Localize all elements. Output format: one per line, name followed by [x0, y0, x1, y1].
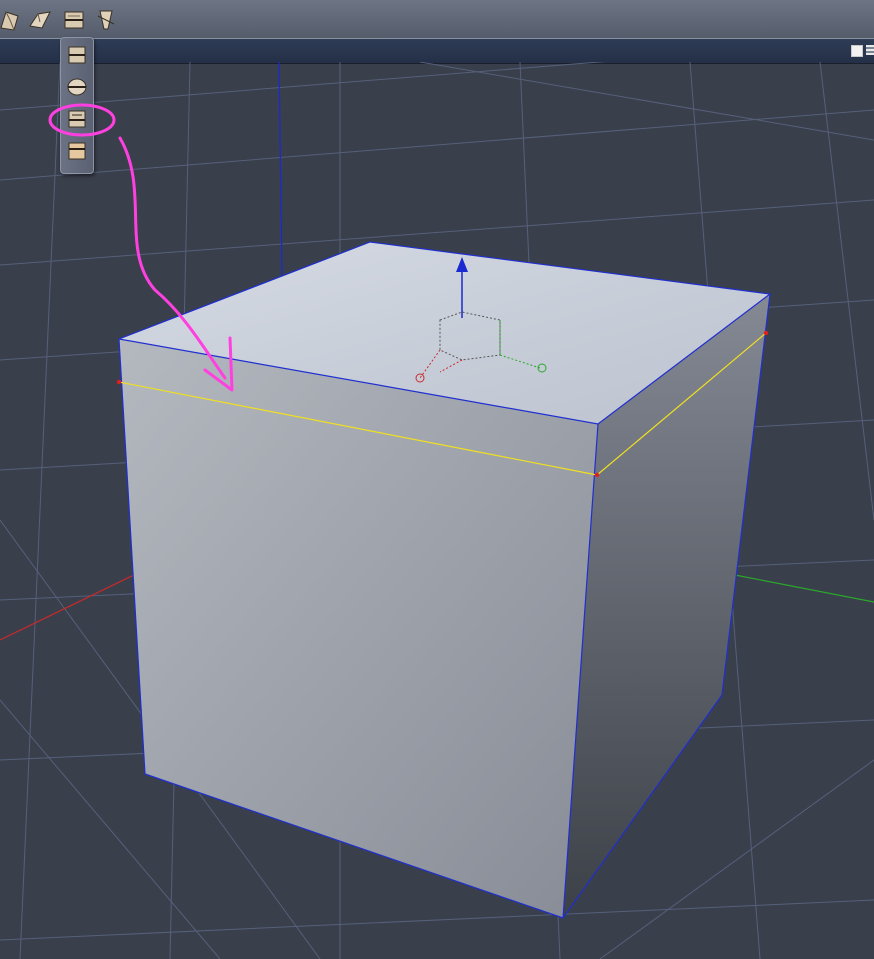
annotation-overlay: [48, 103, 116, 137]
highlight-circle: [48, 103, 116, 137]
